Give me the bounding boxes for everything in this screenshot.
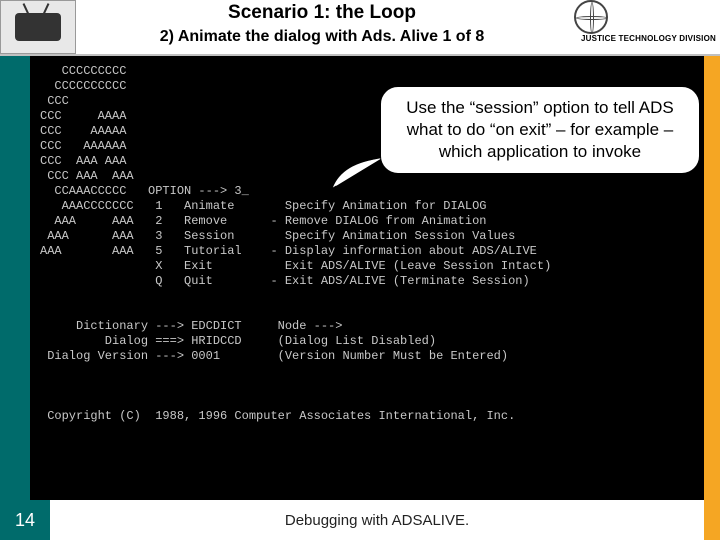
header: Scenario 1: the Loop 2) Animate the dial… — [0, 0, 720, 56]
globe-icon — [574, 0, 608, 34]
division-label: JUSTICE TECHNOLOGY DIVISION — [581, 34, 716, 43]
callout-text: Use the “session” option to tell ADS wha… — [406, 98, 673, 161]
callout-pointer-icon — [332, 152, 382, 188]
title-block: Scenario 1: the Loop 2) Animate the dial… — [76, 0, 568, 46]
left-accent-bar — [0, 56, 30, 500]
page-number: 14 — [0, 500, 50, 540]
footer: 14 Debugging with ADSALIVE. — [0, 500, 720, 540]
slide-subtitle: 2) Animate the dialog with Ads. Alive 1 … — [76, 28, 568, 46]
callout-bubble: Use the “session” option to tell ADS wha… — [380, 86, 700, 174]
header-right: JUSTICE TECHNOLOGY DIVISION — [568, 0, 720, 54]
right-accent-bar — [704, 56, 720, 500]
slide-title: Scenario 1: the Loop — [76, 2, 568, 24]
tv-logo-icon — [0, 0, 76, 54]
footer-caption: Debugging with ADSALIVE. — [50, 512, 704, 529]
footer-accent — [704, 500, 720, 540]
